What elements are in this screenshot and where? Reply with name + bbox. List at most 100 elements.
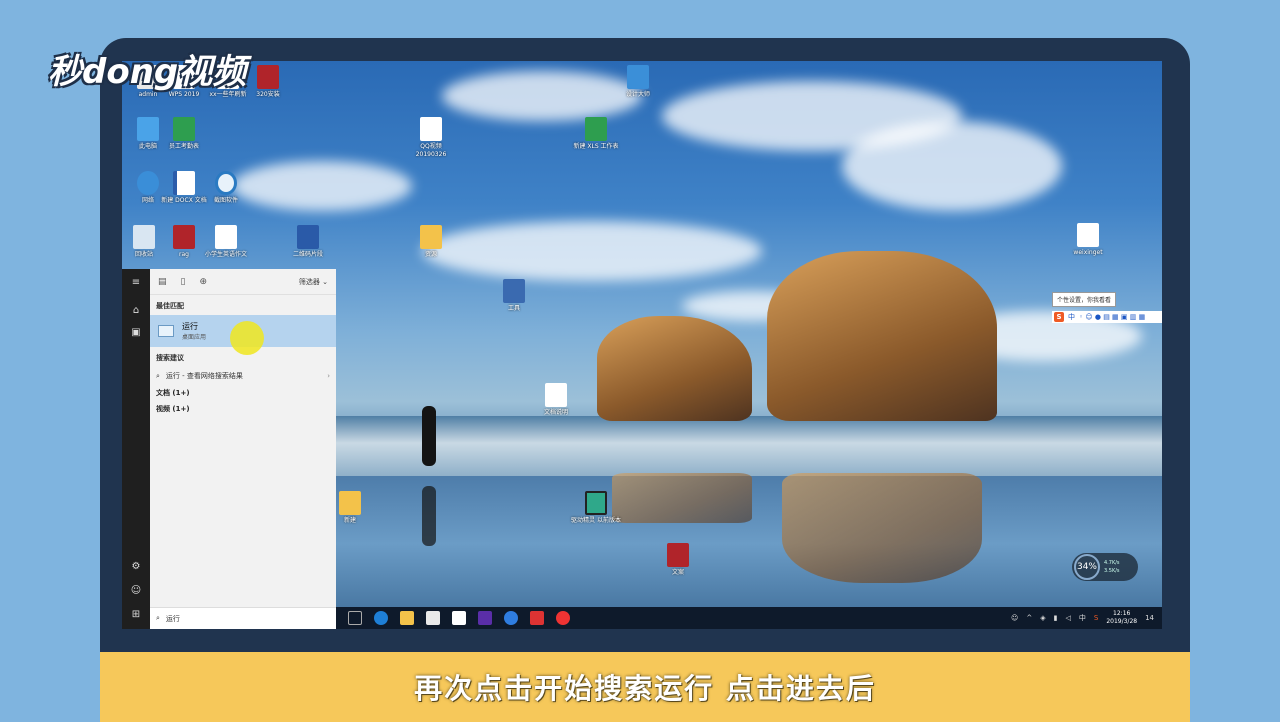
search-input[interactable]: ⌕ 运行: [150, 607, 336, 629]
word-icon: [173, 171, 195, 195]
run-app-icon: [158, 325, 174, 337]
chevron-right-icon: ›: [327, 372, 330, 380]
web-suggestion[interactable]: ⌕ 运行 - 查看网络搜索结果 ›: [150, 367, 336, 385]
rock-right: [767, 251, 997, 421]
search-icon: ⌕: [156, 371, 160, 380]
monitor-icon: [585, 491, 607, 515]
best-match-subtitle: 桌面应用: [182, 334, 207, 341]
shield-icon[interactable]: ◈: [1040, 614, 1045, 622]
cpu-percent: 34%: [1074, 554, 1100, 580]
task-view-icon[interactable]: [348, 611, 362, 625]
folder-icon: [420, 225, 442, 249]
notification-icon[interactable]: 14: [1145, 614, 1154, 622]
start-rail: ≡ ⌂ ▣ ⚙ ☺ ⊞: [122, 269, 150, 629]
volume-icon[interactable]: ◁: [1065, 614, 1070, 622]
hamburger-icon[interactable]: ≡: [130, 277, 142, 289]
winrar-icon: [667, 543, 689, 567]
runner: [422, 406, 436, 466]
rock-reflection: [782, 473, 982, 583]
ime-toolbar[interactable]: S 中 ◦ ☺ ● ▤ ▦ ▣ ▥ ▦: [1052, 311, 1162, 323]
upload-rate: 4.7K/s: [1104, 560, 1120, 566]
clock-date: 2019/3/28: [1106, 618, 1138, 625]
file-explorer-icon[interactable]: [400, 611, 414, 625]
store-icon[interactable]: [426, 611, 440, 625]
apps-filter-icon[interactable]: ▤: [158, 277, 167, 287]
video-logo: 秒dong视频: [48, 52, 247, 92]
edge-icon[interactable]: [374, 611, 388, 625]
videos-group[interactable]: 视频 (1+): [150, 401, 336, 417]
network-tray-icon[interactable]: ▮: [1054, 614, 1058, 622]
documents-group[interactable]: 文档 (1+): [150, 385, 336, 401]
browser-icon[interactable]: [504, 611, 518, 625]
people-icon[interactable]: ☺: [1011, 614, 1018, 622]
network-icon: [137, 171, 159, 195]
suggestion-label: 运行 - 查看网络搜索结果: [165, 372, 243, 380]
clock[interactable]: 12:16 2019/3/28: [1106, 610, 1137, 626]
click-highlight: [230, 321, 264, 355]
search-value: 运行: [165, 614, 180, 623]
filter-label: 筛选器: [298, 277, 320, 286]
desktop-icon-video[interactable]: 二维码片段: [282, 225, 334, 259]
filter-dropdown[interactable]: 筛选器 ⌄: [299, 277, 328, 287]
desktop-icon-copy[interactable]: 文案: [652, 543, 704, 577]
download-rate: 3.5K/s: [1104, 568, 1120, 574]
subtitle-caption: 再次点击开始搜索运行 点击进去后: [414, 672, 876, 705]
desktop-icon-doc4[interactable]: 文档说明: [530, 383, 582, 417]
rock-reflection: [612, 473, 752, 523]
sogou-tray-icon[interactable]: S: [1094, 614, 1098, 622]
clock-time: 12:16: [1113, 610, 1131, 617]
runner-reflection: [422, 486, 436, 546]
recycle-bin-icon: [133, 225, 155, 249]
input-lang[interactable]: 中: [1079, 613, 1086, 623]
documents-filter-icon[interactable]: ▯: [181, 277, 186, 287]
settings-icon[interactable]: ⚙: [130, 561, 142, 573]
desktop-icon-folder[interactable]: 资源: [405, 225, 457, 259]
desktop-icon-designer[interactable]: 设计大师: [612, 65, 664, 99]
folder-icon: [339, 491, 361, 515]
collection-icon[interactable]: ▣: [130, 327, 142, 339]
ime-tooltip: 个性设置，你我看看: [1052, 292, 1117, 307]
desktop-screen: admin WPS 2019 xx一些年刷新 320安装 此电脑 员工考勤表 网…: [122, 61, 1162, 629]
start-menu: ≡ ⌂ ▣ ⚙ ☺ ⊞ ▤ ▯ ⊕ 筛选器 ⌄ 最佳匹配 运行 桌面应用 搜索建…: [122, 269, 336, 629]
network-speed-widget[interactable]: 34% 4.7K/s 3.5K/s: [1072, 553, 1138, 581]
document-icon: [420, 117, 442, 141]
desktop-icon-weixin[interactable]: weixinget: [1062, 223, 1114, 257]
winrar-icon: [173, 225, 195, 249]
cloud: [422, 221, 762, 281]
video-icon: [297, 225, 319, 249]
desktop-icon-driver[interactable]: 驱动精灵 以前版本: [570, 491, 622, 525]
cloud: [232, 161, 412, 211]
spreadsheet-icon: [585, 117, 607, 141]
desktop-icon-essay[interactable]: 小学生英语作文: [200, 225, 252, 259]
computer-icon: [137, 117, 159, 141]
adobe-icon[interactable]: [478, 611, 492, 625]
cloud: [842, 121, 1062, 211]
desktop-icon-tool[interactable]: 工具: [488, 279, 540, 313]
winrar-icon: [257, 65, 279, 89]
ime-lang[interactable]: 中: [1068, 312, 1075, 322]
user-icon[interactable]: ☺: [130, 585, 142, 597]
subtitle-bar: 再次点击开始搜索运行 点击进去后: [100, 652, 1190, 722]
search-icon: ⌕: [156, 614, 160, 622]
search-scope-bar: ▤ ▯ ⊕ 筛选器 ⌄: [150, 269, 336, 295]
record-icon[interactable]: [556, 611, 570, 625]
desktop-icon-sheet[interactable]: 员工考勤表: [158, 117, 210, 151]
phone-icon: [1077, 223, 1099, 247]
best-match-header: 最佳匹配: [156, 302, 184, 310]
app-icon[interactable]: [530, 611, 544, 625]
windows-start-icon[interactable]: ⊞: [130, 609, 142, 621]
best-match-title: 运行: [182, 322, 198, 331]
document-icon: [545, 383, 567, 407]
sogou-icon[interactable]: S: [1054, 312, 1064, 322]
home-icon[interactable]: ⌂: [130, 305, 142, 317]
desktop-icon-qqvideo[interactable]: QQ视频 20190326: [405, 117, 457, 159]
desktop-icon-capture[interactable]: 截图软件: [200, 171, 252, 205]
desktop-icon-sheet2[interactable]: 新建 XLS 工作表: [570, 117, 622, 151]
desktop-icon-winrar[interactable]: 320安装: [242, 65, 294, 99]
tool-icon: [503, 279, 525, 303]
web-filter-icon[interactable]: ⊕: [199, 277, 207, 287]
chevron-up-icon[interactable]: ^: [1026, 614, 1032, 622]
ime-tool-icons[interactable]: ◦ ☺ ● ▤ ▦ ▣ ▥ ▦: [1079, 313, 1145, 321]
mail-icon[interactable]: [452, 611, 466, 625]
capture-icon: [215, 171, 237, 195]
